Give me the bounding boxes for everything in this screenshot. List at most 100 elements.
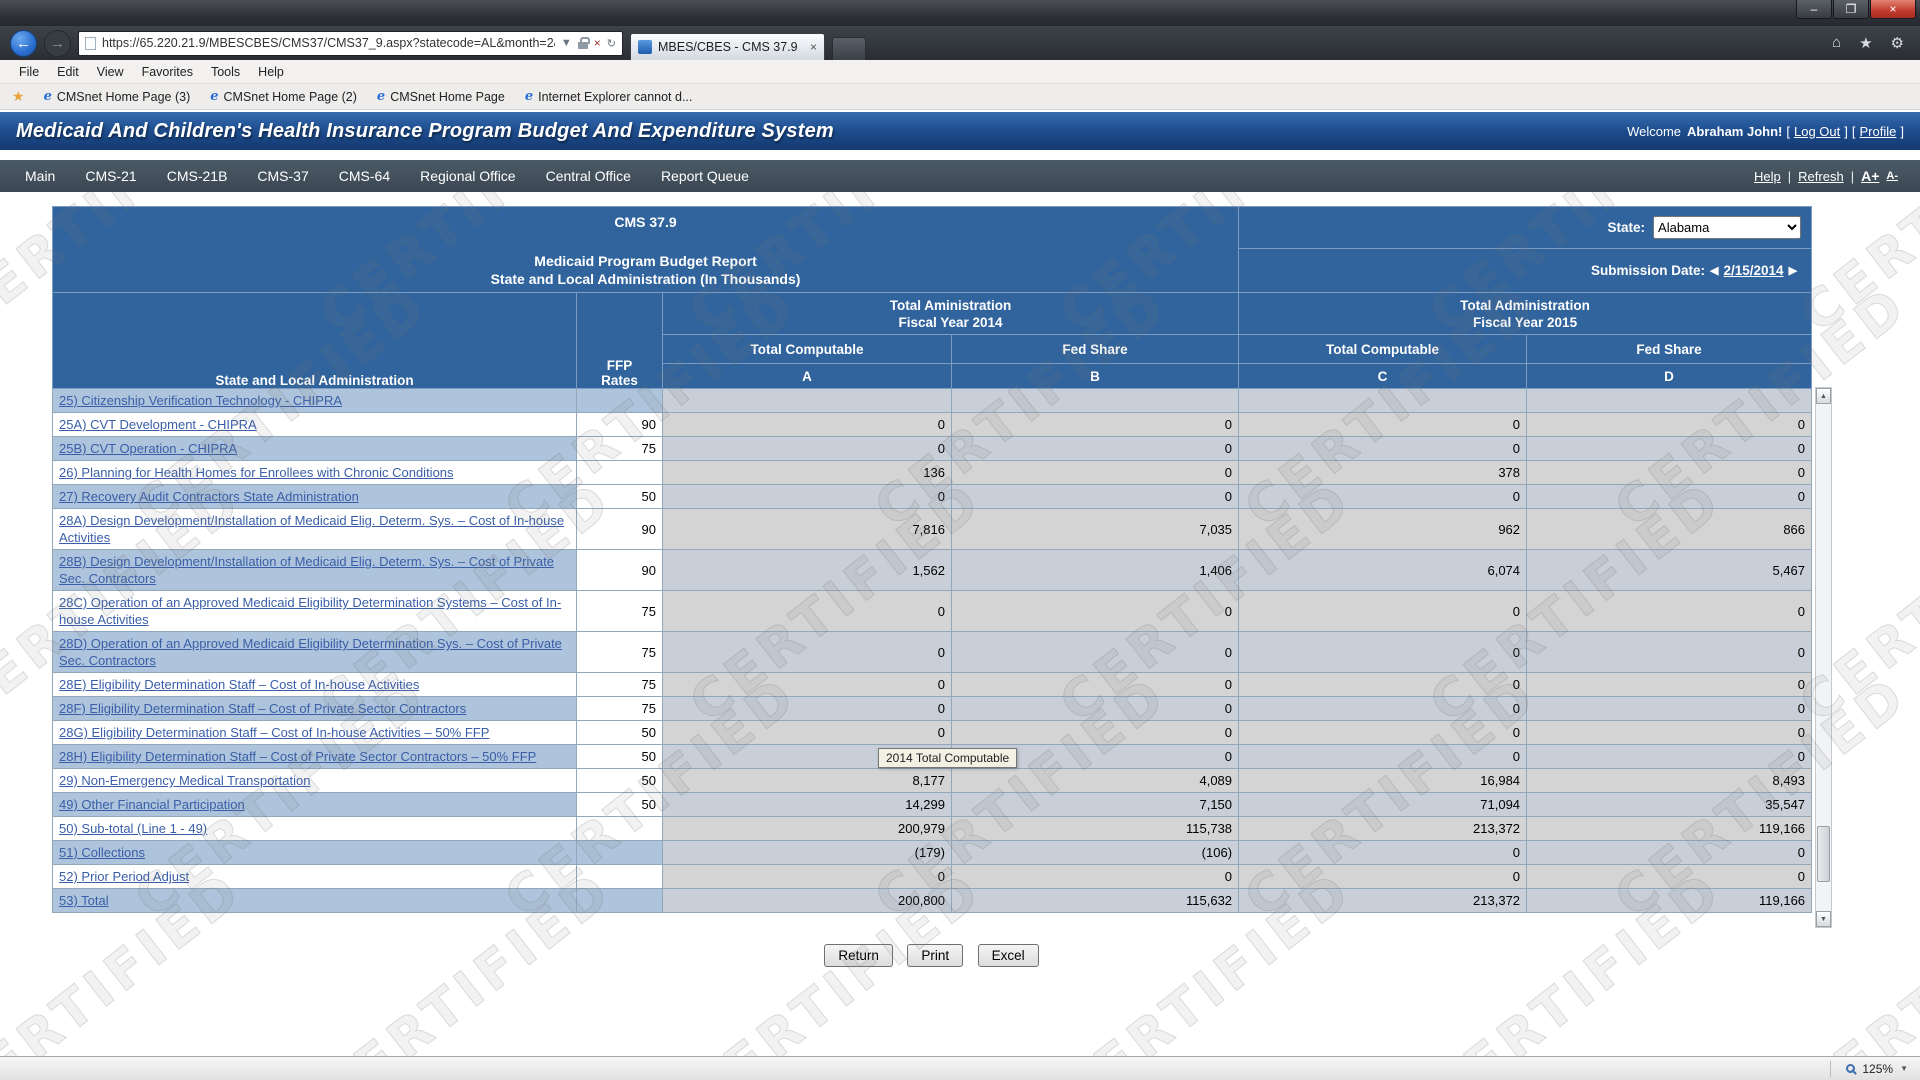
print-button[interactable]: Print [907, 944, 963, 967]
browser-tab[interactable]: MBES/CBES - CMS 37.9 × [630, 33, 825, 60]
row-label-link[interactable]: 28G) Eligibility Determination Staff – C… [59, 725, 489, 740]
amount-cell-b: 7,035 [952, 509, 1239, 550]
row-label-link[interactable]: 50) Sub-total (Line 1 - 49) [59, 821, 207, 836]
column-header-admin: State and Local Administration [53, 293, 577, 389]
nav-report-queue[interactable]: Report Queue [646, 161, 764, 191]
stop-icon[interactable]: × [594, 36, 601, 50]
favorite-link-2[interactable]: e CMSnet Home Page (2) [201, 87, 366, 106]
nav-cms21[interactable]: CMS-21 [70, 161, 151, 191]
help-link[interactable]: Help [1754, 169, 1781, 184]
row-label-link[interactable]: 49) Other Financial Participation [59, 797, 245, 812]
submission-date-value[interactable]: 2/15/2014 [1724, 263, 1784, 278]
close-icon: × [1889, 2, 1896, 16]
row-label-link[interactable]: 28D) Operation of an Approved Medicaid E… [59, 636, 562, 668]
forward-button[interactable]: → [44, 30, 71, 57]
logout-link[interactable]: Log Out [1794, 124, 1840, 139]
row-label-link[interactable]: 51) Collections [59, 845, 145, 860]
menu-view[interactable]: View [88, 62, 133, 82]
new-tab-button[interactable] [832, 37, 866, 60]
menu-favorites[interactable]: Favorites [133, 62, 202, 82]
row-label-link[interactable]: 25) Citizenship Verification Technology … [59, 393, 342, 408]
menu-help[interactable]: Help [249, 62, 293, 82]
favorites-star-icon[interactable]: ★ [1859, 34, 1872, 52]
submission-date-label: Submission Date: [1591, 263, 1705, 278]
font-decrease-link[interactable]: A- [1886, 170, 1898, 182]
amount-cell-c: 0 [1239, 745, 1527, 769]
return-button[interactable]: Return [824, 944, 893, 967]
amount-cell-d: 0 [1527, 673, 1812, 697]
row-label-link[interactable]: 29) Non-Emergency Medical Transportation [59, 773, 310, 788]
row-label-link[interactable]: 28F) Eligibility Determination Staff – C… [59, 701, 466, 716]
column-header-fed-share-2014: Fed Share [952, 335, 1239, 364]
amount-cell-b: 115,738 [952, 817, 1239, 841]
table-row: 25B) CVT Operation - CHIPRA750000 [53, 437, 1812, 461]
amount-cell-d: 0 [1527, 865, 1812, 889]
row-label-link[interactable]: 28C) Operation of an Approved Medicaid E… [59, 595, 561, 627]
bracket: ] [1900, 124, 1904, 139]
report-title-block: CMS 37.9 Medicaid Program Budget Report … [53, 207, 1239, 293]
refresh-link[interactable]: Refresh [1798, 169, 1844, 184]
amount-cell-a: 200,979 [663, 817, 952, 841]
nav-main[interactable]: Main [10, 161, 70, 191]
nav-regional-office[interactable]: Regional Office [405, 161, 530, 191]
amount-cell-b [952, 389, 1239, 413]
row-label-cell: 53) Total [53, 889, 577, 913]
row-label-link[interactable]: 25A) CVT Development - CHIPRA [59, 417, 257, 432]
scrollbar-thumb[interactable] [1817, 826, 1830, 882]
row-label-link[interactable]: 28H) Eligibility Determination Staff – C… [59, 749, 536, 764]
scroll-up-button[interactable]: ▲ [1816, 388, 1831, 404]
url-text[interactable]: https://65.220.21.9/MBESCBES/CMS37/CMS37… [102, 36, 555, 50]
menu-tools[interactable]: Tools [202, 62, 249, 82]
row-label-link[interactable]: 53) Total [59, 893, 109, 908]
nav-cms21b[interactable]: CMS-21B [152, 161, 243, 191]
row-label-link[interactable]: 26) Planning for Health Homes for Enroll… [59, 465, 454, 480]
table-row: 28E) Eligibility Determination Staff – C… [53, 673, 1812, 697]
menu-file[interactable]: File [10, 62, 48, 82]
profile-link[interactable]: Profile [1860, 124, 1897, 139]
table-row: 52) Prior Period Adjust0000 [53, 865, 1812, 889]
previous-date-arrow-icon[interactable]: ◀ [1710, 264, 1718, 277]
amount-cell-d: 0 [1527, 485, 1812, 509]
refresh-icon[interactable]: ↻ [607, 37, 616, 50]
scroll-down-icon: ▼ [1820, 916, 1827, 923]
favorite-link-4[interactable]: e Internet Explorer cannot d... [516, 87, 702, 106]
nav-cms64[interactable]: CMS-64 [324, 161, 405, 191]
zoom-caret-icon[interactable]: ▼ [1900, 1064, 1908, 1073]
autocomplete-caret-icon[interactable]: ▼ [561, 37, 572, 49]
zoom-control[interactable]: 125% ▼ [1830, 1061, 1920, 1077]
favorite-link-3[interactable]: e CMSnet Home Page [368, 87, 514, 106]
maximize-button[interactable]: ❐ [1833, 0, 1869, 19]
amount-cell-b: 0 [952, 485, 1239, 509]
favorite-link-1[interactable]: e CMSnet Home Page (3) [35, 87, 200, 106]
row-label-link[interactable]: 28A) Design Development/Installation of … [59, 513, 564, 545]
font-increase-link[interactable]: A+ [1861, 168, 1879, 184]
row-label-link[interactable]: 27) Recovery Audit Contractors State Adm… [59, 489, 359, 504]
window-titlebar: – ❐ × [0, 0, 1920, 26]
report-table-body: 25) Citizenship Verification Technology … [53, 389, 1812, 913]
nav-cms37[interactable]: CMS-37 [242, 161, 323, 191]
row-label-link[interactable]: 28B) Design Development/Installation of … [59, 554, 554, 586]
scroll-down-button[interactable]: ▼ [1816, 911, 1831, 927]
tools-gear-icon[interactable]: ⚙ [1891, 34, 1904, 52]
row-label-link[interactable]: 52) Prior Period Adjust [59, 869, 189, 884]
close-button[interactable]: × [1870, 0, 1916, 19]
row-label-cell: 28B) Design Development/Installation of … [53, 550, 577, 591]
address-bar[interactable]: https://65.220.21.9/MBESCBES/CMS37/CMS37… [78, 31, 623, 56]
menu-edit[interactable]: Edit [48, 62, 88, 82]
back-button[interactable]: ← [10, 30, 37, 57]
row-label-link[interactable]: 25B) CVT Operation - CHIPRA [59, 441, 237, 456]
state-select[interactable]: Alabama [1653, 216, 1801, 239]
table-scrollbar[interactable]: ▲ ▼ [1815, 387, 1832, 928]
row-label-link[interactable]: 28E) Eligibility Determination Staff – C… [59, 677, 419, 692]
nav-central-office[interactable]: Central Office [531, 161, 646, 191]
report-subtitle: State and Local Administration (In Thous… [53, 271, 1238, 287]
next-date-arrow-icon[interactable]: ▶ [1789, 264, 1797, 277]
zoom-level[interactable]: 125% [1862, 1062, 1893, 1076]
minimize-button[interactable]: – [1796, 0, 1832, 19]
excel-button[interactable]: Excel [978, 944, 1039, 967]
amount-cell-d: 0 [1527, 461, 1812, 485]
tab-close-icon[interactable]: × [810, 40, 817, 54]
home-icon[interactable]: ⌂ [1832, 34, 1841, 52]
main-nav: Main CMS-21 CMS-21B CMS-37 CMS-64 Region… [0, 160, 1920, 192]
favorites-add-icon[interactable]: ★ [12, 88, 25, 105]
